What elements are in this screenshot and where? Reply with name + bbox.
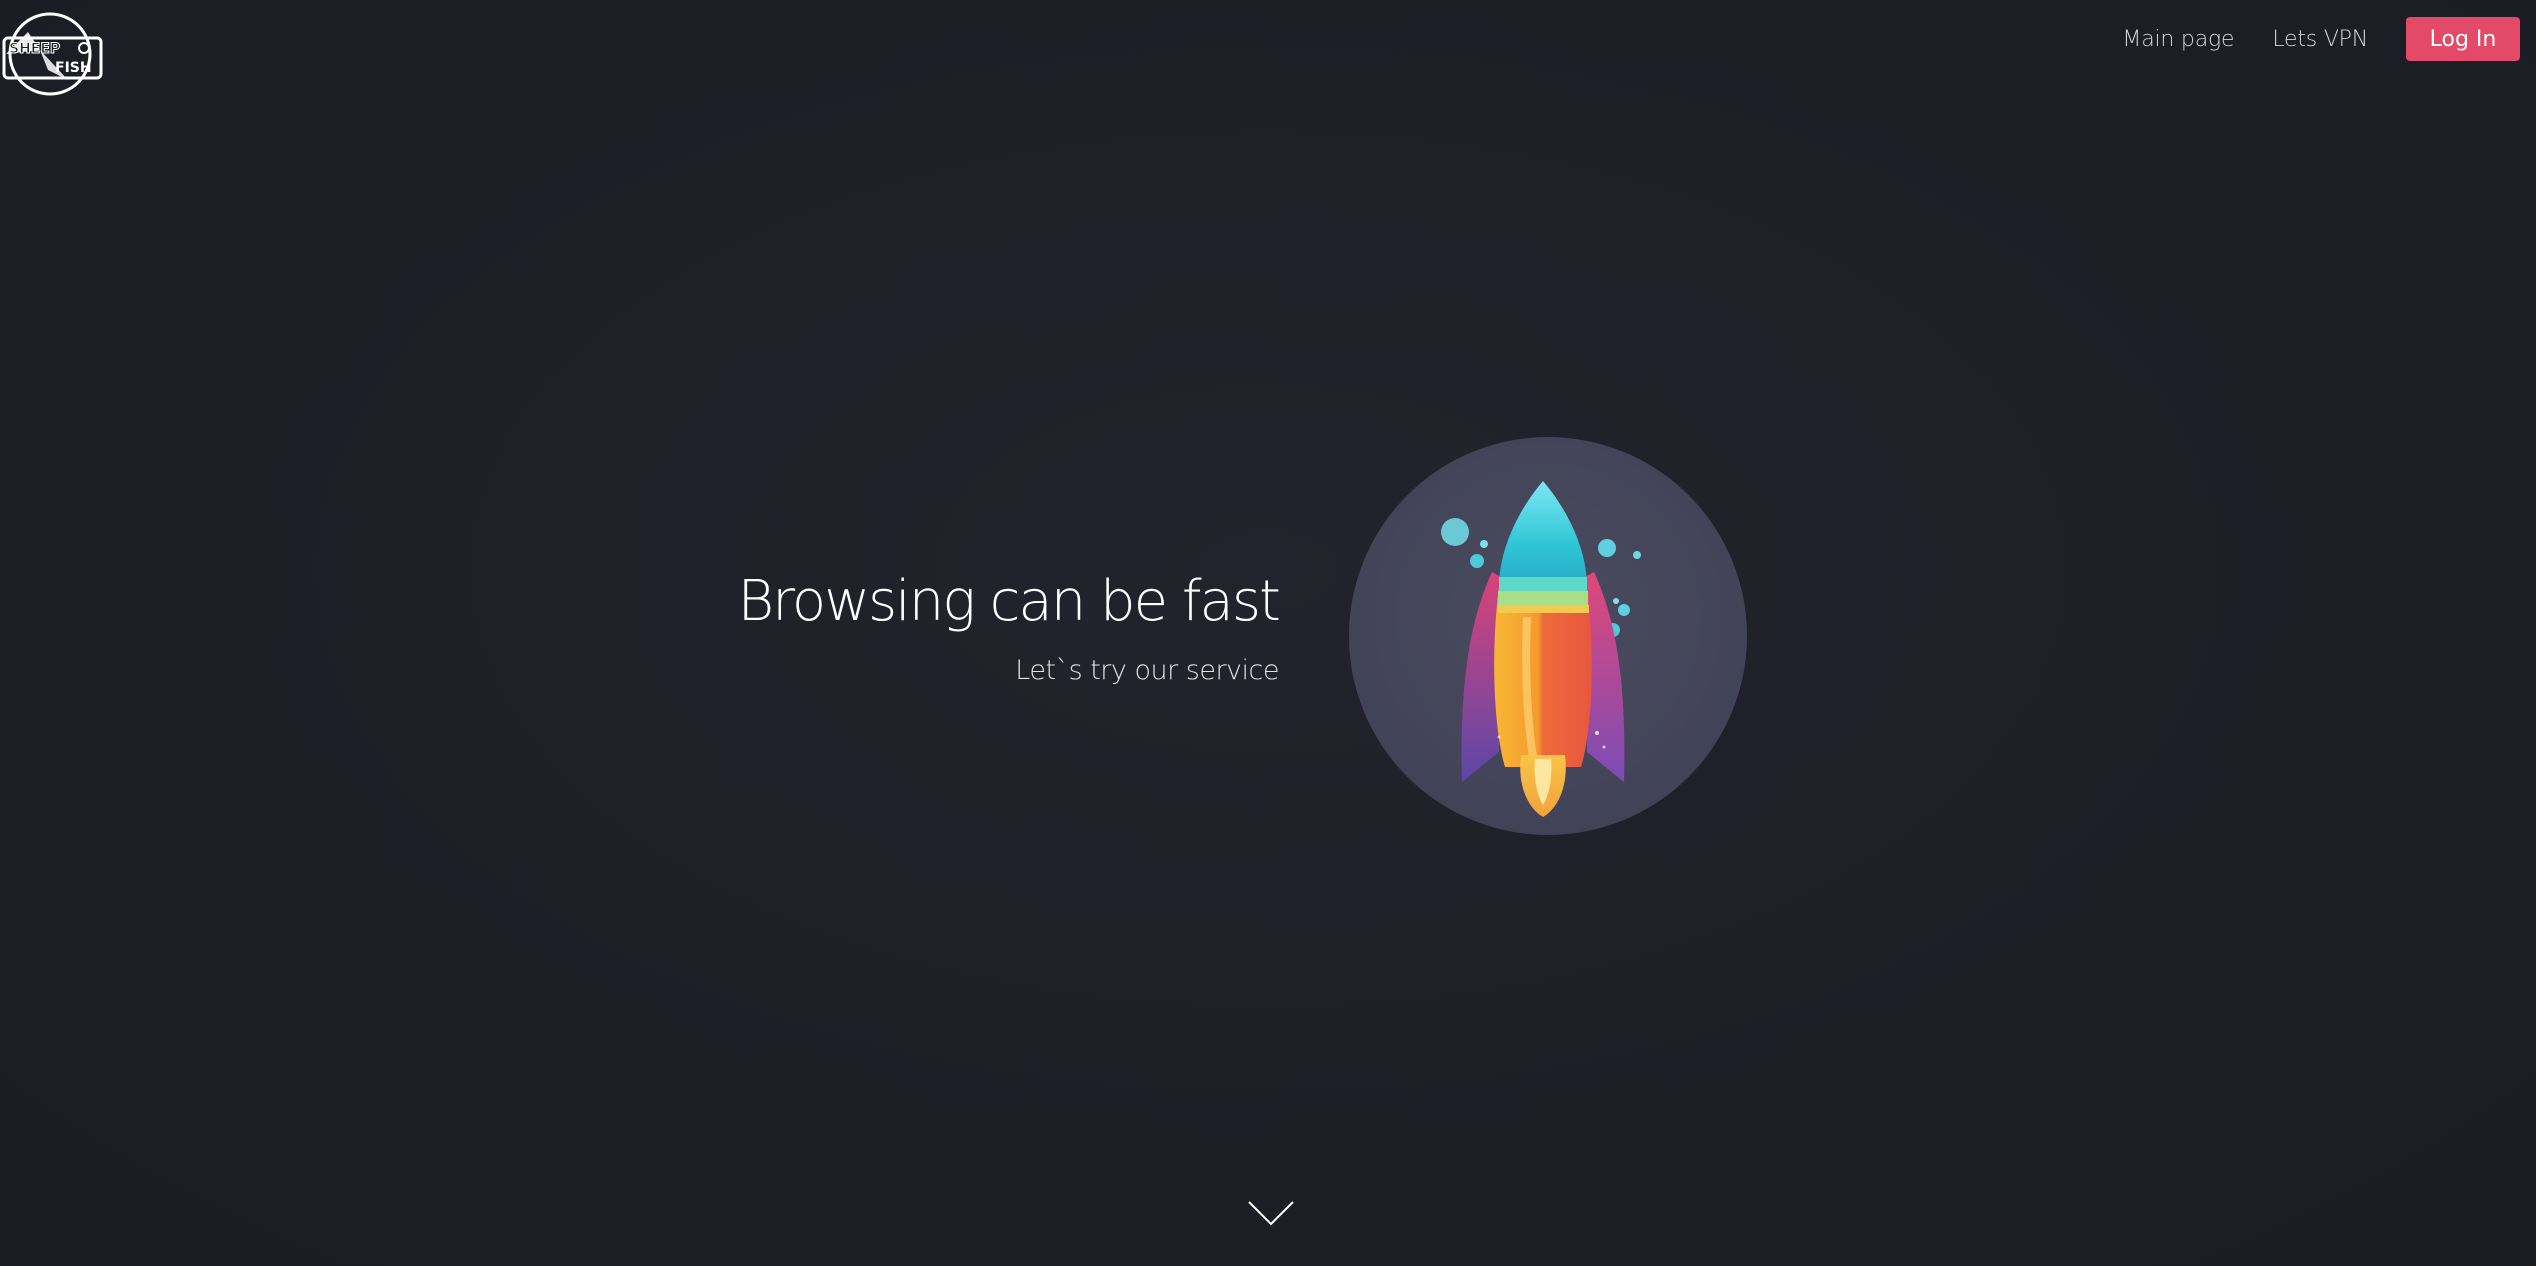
hero-subtitle: Let`s try our service bbox=[1015, 655, 1279, 686]
svg-text:SHEEP: SHEEP bbox=[9, 41, 60, 57]
rocket-icon bbox=[1349, 437, 1747, 835]
nav-link-lets-vpn[interactable]: Lets VPN bbox=[2272, 27, 2368, 52]
landing-page: SHEEP FISH Main page Lets VPN Log In Bro… bbox=[0, 0, 2536, 1266]
chevron-down-icon[interactable] bbox=[1247, 1200, 1295, 1228]
nav-link-main-page[interactable]: Main page bbox=[2122, 27, 2234, 52]
top-nav: Main page Lets VPN Log In bbox=[2122, 17, 2520, 61]
svg-text:FISH: FISH bbox=[55, 60, 92, 76]
hero-text: Browsing can be fast Let`s try our servi… bbox=[737, 565, 1281, 691]
login-button[interactable]: Log In bbox=[2406, 17, 2520, 61]
hero-title: Browsing can be fast bbox=[737, 569, 1281, 634]
sheep-fish-logo-icon[interactable]: SHEEP FISH bbox=[0, 10, 106, 98]
